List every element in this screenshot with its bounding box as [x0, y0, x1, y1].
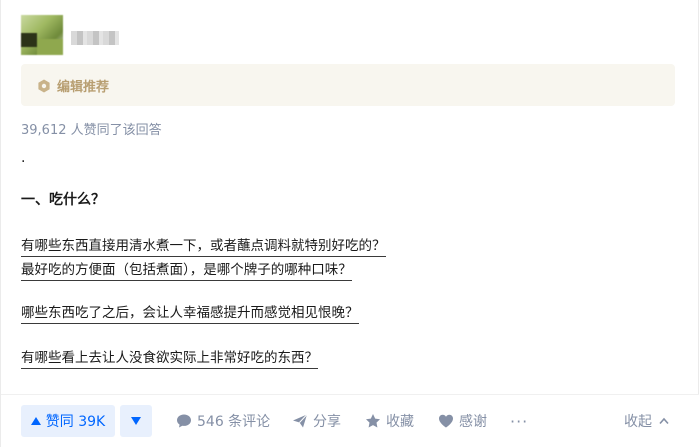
- upvote-label: 赞同 39K: [45, 414, 106, 430]
- favorite-label: 收藏: [386, 414, 414, 430]
- heart-icon: [439, 414, 453, 428]
- collapse-label: 收起: [624, 414, 652, 430]
- question-link-3[interactable]: 哪些东西吃了之后，会让人幸福感提升而感觉相见恨晚？: [21, 303, 359, 324]
- comment-button[interactable]: 546 条评论: [176, 405, 270, 437]
- author-name-blurred[interactable]: [71, 31, 119, 45]
- action-bar: 赞同 39K 546 条评论 分享 收藏 感谢 ··· 收起: [1, 394, 699, 447]
- editor-recommend-icon: [37, 78, 51, 93]
- question-link-1[interactable]: 有哪些东西直接用清水煮一下，或者蘸点调料就特别好吃的？: [21, 236, 386, 257]
- question-link-2[interactable]: 最好吃的方便面（包括煮面），是哪个牌子的哪种口味？: [21, 260, 352, 281]
- answer-card: 编辑推荐 39,612 人赞同了该回答 · 一、吃什么？ 有哪些东西直接用清水煮…: [0, 0, 699, 447]
- favorite-button[interactable]: 收藏: [365, 405, 414, 437]
- thanks-button[interactable]: 感谢: [438, 405, 487, 437]
- bullet-dot: ·: [21, 154, 26, 170]
- question-link-4[interactable]: 有哪些看上去让人没食欲实际上非常好吃的东西？: [21, 348, 318, 369]
- triangle-up-icon: [30, 417, 41, 425]
- author-avatar[interactable]: [21, 15, 63, 55]
- author-row: [21, 15, 119, 55]
- vote-count-summary[interactable]: 39,612 人赞同了该回答: [21, 119, 162, 138]
- comment-label: 546 条评论: [197, 414, 271, 430]
- share-label: 分享: [313, 414, 341, 430]
- more-button[interactable]: ···: [510, 405, 528, 437]
- star-icon: [366, 414, 380, 428]
- editor-recommend-label: 编辑推荐: [57, 79, 110, 95]
- section-heading: 一、吃什么？: [21, 192, 105, 208]
- thanks-label: 感谢: [459, 414, 487, 430]
- chevron-up-icon: [659, 417, 669, 425]
- more-icon: ···: [510, 411, 529, 431]
- triangle-down-icon: [131, 417, 141, 425]
- comment-icon: [177, 414, 191, 428]
- share-icon: [293, 414, 308, 428]
- editor-recommend-badge: 编辑推荐: [21, 64, 675, 106]
- collapse-button[interactable]: 收起: [624, 405, 670, 437]
- downvote-button[interactable]: [120, 405, 152, 437]
- upvote-button[interactable]: 赞同 39K: [21, 405, 115, 437]
- share-button[interactable]: 分享: [292, 405, 341, 437]
